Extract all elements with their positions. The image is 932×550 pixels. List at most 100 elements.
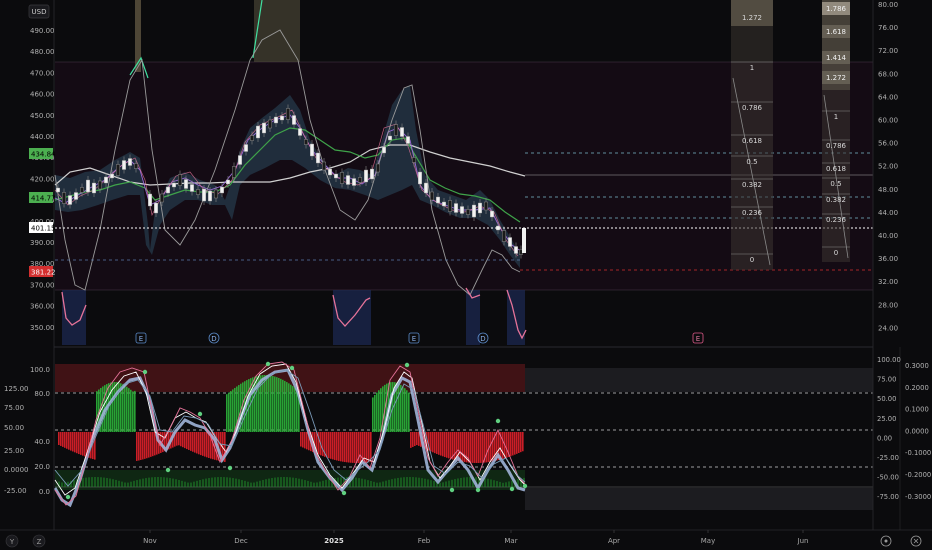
histogram-bar [133,480,135,487]
candle-body [352,178,357,186]
histogram-bar [374,394,376,432]
range-spike [135,0,141,72]
histogram-bar [140,432,142,460]
histogram-bar [514,432,516,455]
histogram-bar [253,482,255,487]
candle-body [394,124,399,136]
event-marker-dividend[interactable]: D [477,332,489,344]
y-scale-icon[interactable]: Y [5,534,19,548]
indicator-tick-label: 50.00 [877,395,896,403]
histogram-bar [430,480,432,487]
histogram-bar [397,477,399,487]
histogram-bar [334,432,336,460]
candle-body [97,180,102,190]
histogram-bar [151,477,153,487]
signal-dot [341,490,347,496]
fib-box-a[interactable]: 1.272 1 0.786 0.618 0.5 0.382 0.236 0 [731,0,773,270]
oscillator-tick-label: 64.00 [878,93,898,101]
histogram-bar [322,432,324,457]
histogram-bar [154,477,156,487]
candle-body [322,161,327,171]
candle-body [400,127,405,137]
overbought-zone-extension [525,368,873,392]
histogram-bar [301,479,303,487]
fib-level-label: 0.382 [826,196,846,204]
histogram-bar [226,477,228,487]
candle-body [256,125,261,139]
chart-canvas[interactable]: 1.272 1 0.786 0.618 0.5 0.382 0.236 0 1.786 1.6… [0,0,932,550]
candle-body [115,164,120,176]
histogram-bar [432,432,434,453]
price-tick-label: 390.00 [30,239,55,247]
histogram-bar [274,376,276,432]
oscillator-axis-right[interactable]: 80.00 76.00 72.00 68.00 64.00 60.00 56.00 52.00… [878,1,898,332]
time-tick-label: Dec [234,537,248,545]
time-tick-label: Jun [797,537,809,545]
event-marker-earnings[interactable]: E [135,332,147,344]
histogram-bar [296,389,298,432]
signal-dot [495,418,501,424]
histogram-bar [217,477,219,487]
histogram-bar [58,432,60,445]
histogram-bar [102,386,104,432]
price-axis-left[interactable]: 490.00480.00470.00460.00450.00440.00430.… [30,27,55,332]
event-marker-earnings-upcoming[interactable]: E [692,332,704,344]
histogram-bar [223,477,225,487]
candle-body [340,172,345,184]
histogram-bar [274,477,276,487]
histogram-bar [448,480,450,487]
histogram-bar [325,479,327,487]
histogram-bar [277,477,279,487]
histogram-bar [154,432,156,456]
price-tag: 434.84 [29,148,56,159]
histogram-bar [169,478,171,487]
event-marker-earnings[interactable]: E [408,332,420,344]
fib-level-label: 0.236 [826,216,847,224]
histogram-bar [448,432,450,459]
histogram-bar [446,432,448,458]
event-marker-dividend[interactable]: D [208,332,220,344]
histogram-bar [160,477,162,487]
histogram-bar [434,432,436,454]
histogram-bar [190,432,192,451]
indicator-tick-label: 100.0 [30,366,50,374]
histogram-bar [364,479,366,487]
indicator-tick-label: 100.00 [877,356,901,364]
histogram-bar [180,432,182,447]
histogram-bar [148,432,150,458]
histogram-bar [508,481,510,487]
histogram-bar [272,375,274,432]
z-zoom-icon[interactable]: Z [32,534,46,548]
candle-body [466,209,471,215]
histogram-bar [304,432,306,449]
indicator-tick-label: -25.00 [4,487,27,495]
candle-body [292,115,297,125]
candle-body [508,237,513,247]
histogram-bar [442,432,444,457]
histogram-bar [208,478,210,487]
histogram-bar [194,432,196,453]
histogram-bar [187,482,189,487]
histogram-bar [322,480,324,487]
fib-box-b[interactable]: 1.786 1.618 1.414 1.272 1 0.786 0.618 0.5 0.382… [822,0,850,262]
candle-body [484,201,489,211]
signal-dot [475,487,481,493]
candle-body [268,119,273,129]
histogram-bar [328,479,330,487]
histogram-bar [370,480,372,487]
histogram-bar [378,390,380,432]
histogram-bar [300,432,302,447]
histogram-bar [480,432,482,463]
svg-text:D: D [480,335,485,343]
currency-selector[interactable]: USD [28,4,50,19]
histogram-bar [415,477,417,487]
histogram-bar [292,386,294,432]
candle-body [436,196,441,204]
histogram-bar [286,477,288,487]
candle-body [231,166,236,178]
indicator-tick-label: 25.00 [877,415,896,423]
histogram-bar [418,477,420,487]
histogram-bar [184,481,186,487]
histogram-bar [490,479,492,487]
histogram-bar [373,481,375,487]
